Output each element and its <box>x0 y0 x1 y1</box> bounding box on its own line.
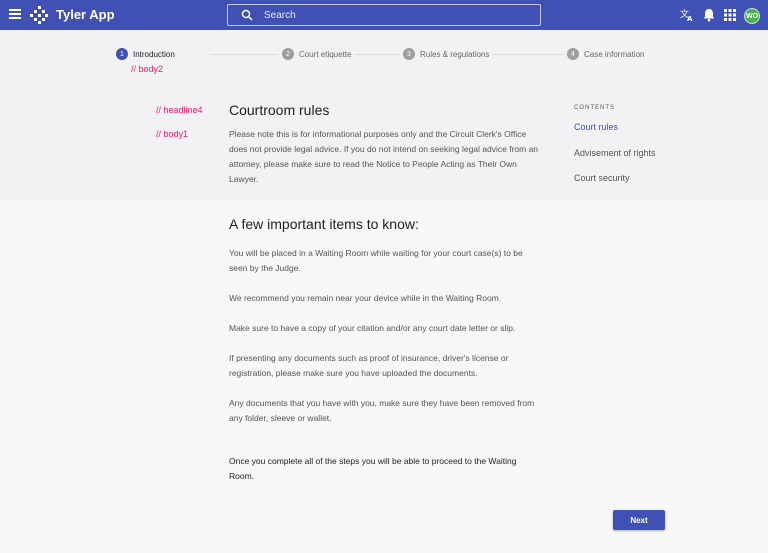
translate-icon[interactable]: 文 A <box>680 8 694 22</box>
annotation-body2: // body2 <box>131 64 164 74</box>
stepper-connector <box>492 54 564 55</box>
toc-item-court-rules[interactable]: Court rules <box>574 122 618 132</box>
step-rules-regulations[interactable]: 3 Rules & regulations <box>403 48 489 60</box>
app-bar: Tyler App 文 A WO <box>0 0 768 30</box>
step-case-information[interactable]: 4 Case information <box>567 48 644 60</box>
step-number: 4 <box>567 48 579 60</box>
section-title: A few important items to know: <box>229 216 419 232</box>
annotation-body1: // body1 <box>156 129 189 139</box>
stepper-connector <box>355 54 399 55</box>
app-title: Tyler App <box>56 7 115 22</box>
step-court-etiquette[interactable]: 2 Court etiquette <box>282 48 351 60</box>
user-avatar[interactable]: WO <box>744 8 760 24</box>
bell-icon[interactable] <box>702 8 716 22</box>
menu-icon[interactable] <box>9 9 21 21</box>
intro-paragraph: Please note this is for informational pu… <box>229 129 539 184</box>
search-box[interactable] <box>227 4 541 26</box>
logo-icon <box>30 6 48 24</box>
stepper-connector <box>210 54 278 55</box>
list-item: You will be placed in a Waiting Room whi… <box>229 248 523 273</box>
search-icon <box>241 9 253 21</box>
step-number: 2 <box>282 48 294 60</box>
step-label: Court etiquette <box>299 49 352 59</box>
final-note: Once you complete all of the steps you w… <box>229 456 517 481</box>
apps-grid-icon[interactable] <box>723 8 737 22</box>
svg-text:A: A <box>687 15 693 22</box>
list-item: Any documents that you have with you, ma… <box>229 398 535 423</box>
list-item: We recommend you remain near your device… <box>229 293 502 303</box>
step-label: Introduction <box>133 49 175 59</box>
list-item: Make sure to have a copy of your citatio… <box>229 323 516 333</box>
search-input[interactable] <box>264 7 524 23</box>
list-item: If presenting any documents such as proo… <box>229 353 509 378</box>
step-number: 3 <box>403 48 415 60</box>
step-number: 1 <box>116 48 128 60</box>
page-title: Courtroom rules <box>229 102 330 118</box>
step-label: Case information <box>584 49 645 59</box>
step-label: Rules & regulations <box>420 49 490 59</box>
next-button[interactable]: Next <box>613 510 665 530</box>
toc-item-advisement-of-rights[interactable]: Advisement of rights <box>574 148 656 158</box>
toc-item-court-security[interactable]: Court security <box>574 173 630 183</box>
annotation-headline4: // headline4 <box>156 105 203 115</box>
toc-heading: CONTENTS <box>574 105 615 111</box>
step-introduction[interactable]: 1 Introduction <box>116 48 175 60</box>
